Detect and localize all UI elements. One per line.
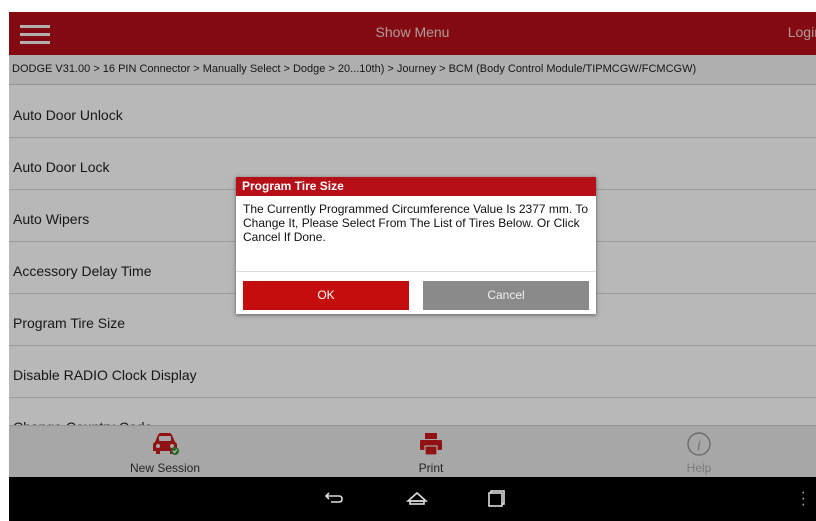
- dialog-message: The Currently Programmed Circumference V…: [236, 196, 596, 272]
- app-screen: Show Menu Login DODGE V31.00 > 16 PIN Co…: [0, 0, 816, 521]
- ok-button[interactable]: OK: [243, 281, 409, 310]
- dialog-title: Program Tire Size: [236, 177, 596, 196]
- home-icon[interactable]: [405, 487, 429, 509]
- overflow-menu-icon[interactable]: · · ·: [801, 485, 806, 513]
- android-nav-bar: · · ·: [9, 477, 816, 521]
- recents-icon[interactable]: [485, 487, 509, 509]
- back-icon[interactable]: [322, 487, 346, 509]
- cancel-button[interactable]: Cancel: [423, 281, 589, 310]
- program-tire-size-dialog: Program Tire Size The Currently Programm…: [236, 177, 596, 314]
- left-window-edge: [0, 0, 9, 521]
- dialog-button-row: OK Cancel: [236, 272, 596, 314]
